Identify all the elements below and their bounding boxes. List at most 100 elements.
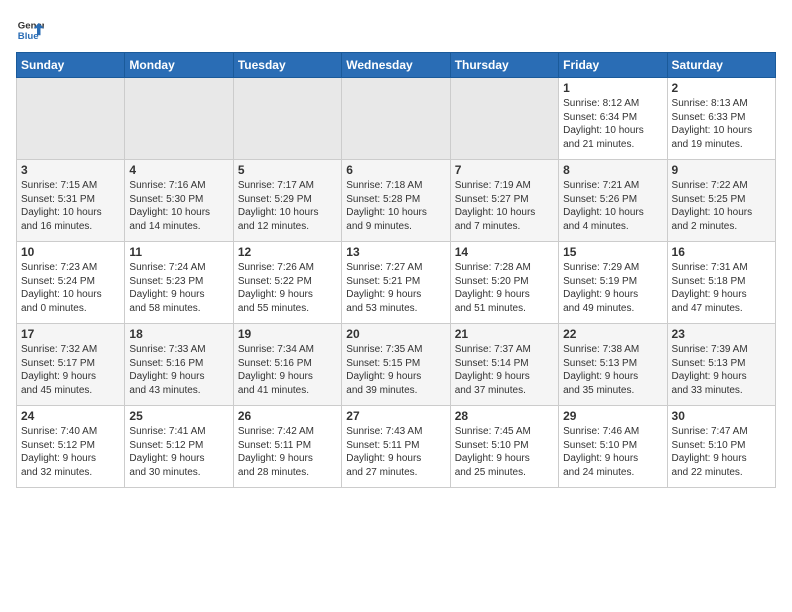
calendar-cell: 1 Sunrise: 8:12 AM Sunset: 6:34 PM Daylig… <box>559 78 667 160</box>
day-info: Sunrise: 7:46 AM Sunset: 5:10 PM Dayligh… <box>563 425 662 479</box>
calendar-cell: 6 Sunrise: 7:18 AM Sunset: 5:28 PM Daylig… <box>342 160 450 242</box>
day-info: Sunrise: 8:13 AM Sunset: 6:33 PM Dayligh… <box>672 97 771 151</box>
day-number: 25 <box>129 409 228 423</box>
day-info: Sunrise: 7:19 AM Sunset: 5:27 PM Dayligh… <box>455 179 554 233</box>
day-number: 11 <box>129 245 228 259</box>
calendar-cell <box>233 78 341 160</box>
day-number: 22 <box>563 327 662 341</box>
day-info: Sunrise: 7:42 AM Sunset: 5:11 PM Dayligh… <box>238 425 337 479</box>
calendar-cell <box>125 78 233 160</box>
calendar-cell: 3 Sunrise: 7:15 AM Sunset: 5:31 PM Daylig… <box>17 160 125 242</box>
day-number: 9 <box>672 163 771 177</box>
day-number: 26 <box>238 409 337 423</box>
calendar-week-row: 17 Sunrise: 7:32 AM Sunset: 5:17 PM Dayli… <box>17 324 776 406</box>
svg-text:Blue: Blue <box>18 31 39 42</box>
day-info: Sunrise: 7:27 AM Sunset: 5:21 PM Dayligh… <box>346 261 445 315</box>
header: General Blue <box>16 16 776 44</box>
calendar-header: SundayMondayTuesdayWednesdayThursdayFrid… <box>17 53 776 78</box>
day-number: 3 <box>21 163 120 177</box>
logo: General Blue <box>16 16 44 44</box>
calendar-cell: 14 Sunrise: 7:28 AM Sunset: 5:20 PM Dayli… <box>450 242 558 324</box>
day-info: Sunrise: 7:33 AM Sunset: 5:16 PM Dayligh… <box>129 343 228 397</box>
weekday-header: Wednesday <box>342 53 450 78</box>
day-number: 19 <box>238 327 337 341</box>
day-number: 17 <box>21 327 120 341</box>
calendar-cell: 29 Sunrise: 7:46 AM Sunset: 5:10 PM Dayli… <box>559 406 667 488</box>
calendar-cell: 10 Sunrise: 7:23 AM Sunset: 5:24 PM Dayli… <box>17 242 125 324</box>
day-number: 12 <box>238 245 337 259</box>
calendar-cell: 18Sunrise: 7:33 AM Sunset: 5:16 PM Dayli… <box>125 324 233 406</box>
weekday-header: Friday <box>559 53 667 78</box>
day-info: Sunrise: 7:24 AM Sunset: 5:23 PM Dayligh… <box>129 261 228 315</box>
calendar-cell: 15 Sunrise: 7:29 AM Sunset: 5:19 PM Dayli… <box>559 242 667 324</box>
calendar-cell: 7 Sunrise: 7:19 AM Sunset: 5:27 PM Daylig… <box>450 160 558 242</box>
calendar-cell: 27 Sunrise: 7:43 AM Sunset: 5:11 PM Dayli… <box>342 406 450 488</box>
day-number: 4 <box>129 163 228 177</box>
day-number: 10 <box>21 245 120 259</box>
day-number: 29 <box>563 409 662 423</box>
day-number: 13 <box>346 245 445 259</box>
calendar-cell: 11 Sunrise: 7:24 AM Sunset: 5:23 PM Dayli… <box>125 242 233 324</box>
day-number: 2 <box>672 81 771 95</box>
day-info: Sunrise: 7:26 AM Sunset: 5:22 PM Dayligh… <box>238 261 337 315</box>
calendar-cell: 9 Sunrise: 7:22 AM Sunset: 5:25 PM Daylig… <box>667 160 775 242</box>
calendar-cell: 5Sunrise: 7:17 AM Sunset: 5:29 PM Daylig… <box>233 160 341 242</box>
day-number: 15 <box>563 245 662 259</box>
calendar-cell: 16 Sunrise: 7:31 AM Sunset: 5:18 PM Dayli… <box>667 242 775 324</box>
calendar-cell: 23 Sunrise: 7:39 AM Sunset: 5:13 PM Dayli… <box>667 324 775 406</box>
day-info: Sunrise: 7:23 AM Sunset: 5:24 PM Dayligh… <box>21 261 120 315</box>
day-number: 14 <box>455 245 554 259</box>
calendar-cell: 24Sunrise: 7:40 AM Sunset: 5:12 PM Dayli… <box>17 406 125 488</box>
calendar-cell: 22 Sunrise: 7:38 AM Sunset: 5:13 PM Dayli… <box>559 324 667 406</box>
calendar-cell: 12 Sunrise: 7:26 AM Sunset: 5:22 PM Dayli… <box>233 242 341 324</box>
day-info: Sunrise: 7:16 AM Sunset: 5:30 PM Dayligh… <box>129 179 228 233</box>
weekday-header: Tuesday <box>233 53 341 78</box>
weekday-header: Saturday <box>667 53 775 78</box>
calendar-week-row: 10 Sunrise: 7:23 AM Sunset: 5:24 PM Dayli… <box>17 242 776 324</box>
day-number: 27 <box>346 409 445 423</box>
day-info: Sunrise: 7:38 AM Sunset: 5:13 PM Dayligh… <box>563 343 662 397</box>
day-info: Sunrise: 7:18 AM Sunset: 5:28 PM Dayligh… <box>346 179 445 233</box>
day-info: Sunrise: 7:22 AM Sunset: 5:25 PM Dayligh… <box>672 179 771 233</box>
calendar-cell: 30Sunrise: 7:47 AM Sunset: 5:10 PM Dayli… <box>667 406 775 488</box>
day-number: 7 <box>455 163 554 177</box>
day-info: Sunrise: 7:43 AM Sunset: 5:11 PM Dayligh… <box>346 425 445 479</box>
day-info: Sunrise: 8:12 AM Sunset: 6:34 PM Dayligh… <box>563 97 662 151</box>
calendar-cell: 17 Sunrise: 7:32 AM Sunset: 5:17 PM Dayli… <box>17 324 125 406</box>
day-info: Sunrise: 7:34 AM Sunset: 5:16 PM Dayligh… <box>238 343 337 397</box>
day-info: Sunrise: 7:41 AM Sunset: 5:12 PM Dayligh… <box>129 425 228 479</box>
day-info: Sunrise: 7:35 AM Sunset: 5:15 PM Dayligh… <box>346 343 445 397</box>
calendar-cell: 13 Sunrise: 7:27 AM Sunset: 5:21 PM Dayli… <box>342 242 450 324</box>
calendar-cell <box>450 78 558 160</box>
calendar-week-row: 24Sunrise: 7:40 AM Sunset: 5:12 PM Dayli… <box>17 406 776 488</box>
day-info: Sunrise: 7:45 AM Sunset: 5:10 PM Dayligh… <box>455 425 554 479</box>
day-number: 1 <box>563 81 662 95</box>
day-info: Sunrise: 7:29 AM Sunset: 5:19 PM Dayligh… <box>563 261 662 315</box>
day-number: 6 <box>346 163 445 177</box>
day-info: Sunrise: 7:47 AM Sunset: 5:10 PM Dayligh… <box>672 425 771 479</box>
day-info: Sunrise: 7:40 AM Sunset: 5:12 PM Dayligh… <box>21 425 120 479</box>
day-info: Sunrise: 7:31 AM Sunset: 5:18 PM Dayligh… <box>672 261 771 315</box>
day-info: Sunrise: 7:15 AM Sunset: 5:31 PM Dayligh… <box>21 179 120 233</box>
logo-icon: General Blue <box>16 16 44 44</box>
day-info: Sunrise: 7:28 AM Sunset: 5:20 PM Dayligh… <box>455 261 554 315</box>
calendar-cell: 28 Sunrise: 7:45 AM Sunset: 5:10 PM Dayli… <box>450 406 558 488</box>
weekday-header: Monday <box>125 53 233 78</box>
day-info: Sunrise: 7:21 AM Sunset: 5:26 PM Dayligh… <box>563 179 662 233</box>
calendar-table: SundayMondayTuesdayWednesdayThursdayFrid… <box>16 52 776 488</box>
calendar-body: 1 Sunrise: 8:12 AM Sunset: 6:34 PM Daylig… <box>17 78 776 488</box>
weekday-header: Thursday <box>450 53 558 78</box>
calendar-cell: 21Sunrise: 7:37 AM Sunset: 5:14 PM Dayli… <box>450 324 558 406</box>
calendar-week-row: 3 Sunrise: 7:15 AM Sunset: 5:31 PM Daylig… <box>17 160 776 242</box>
calendar-cell: 2 Sunrise: 8:13 AM Sunset: 6:33 PM Daylig… <box>667 78 775 160</box>
day-info: Sunrise: 7:32 AM Sunset: 5:17 PM Dayligh… <box>21 343 120 397</box>
calendar-cell: 4 Sunrise: 7:16 AM Sunset: 5:30 PM Daylig… <box>125 160 233 242</box>
day-info: Sunrise: 7:39 AM Sunset: 5:13 PM Dayligh… <box>672 343 771 397</box>
day-number: 28 <box>455 409 554 423</box>
day-info: Sunrise: 7:17 AM Sunset: 5:29 PM Dayligh… <box>238 179 337 233</box>
day-number: 16 <box>672 245 771 259</box>
day-number: 20 <box>346 327 445 341</box>
calendar-cell <box>17 78 125 160</box>
day-number: 23 <box>672 327 771 341</box>
weekday-header: Sunday <box>17 53 125 78</box>
